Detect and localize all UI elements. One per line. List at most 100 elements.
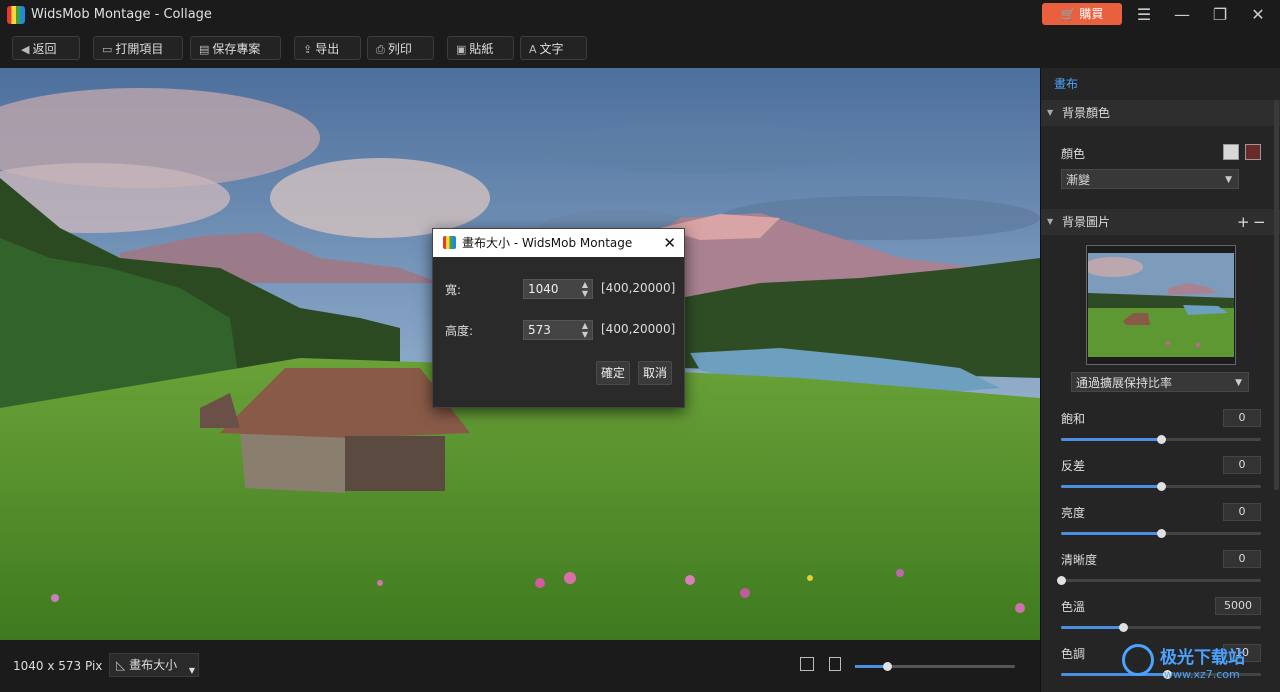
adjustment-slider[interactable]: [1061, 529, 1261, 538]
adjustment-slider[interactable]: [1061, 670, 1261, 679]
text-label: 文字: [539, 42, 564, 56]
fit-mode-dropdown[interactable]: 通過擴展保持比率 ▼: [1071, 372, 1249, 392]
adjustment-slider[interactable]: [1057, 576, 1261, 585]
color-swatch-1[interactable]: [1223, 144, 1239, 160]
print-button[interactable]: ⎙ 列印: [367, 36, 434, 60]
adjustment-label: 色調: [1061, 647, 1086, 661]
adjustment-value-input[interactable]: 0: [1223, 409, 1261, 427]
adjustment-value-input[interactable]: 10: [1223, 644, 1261, 662]
collapse-triangle-icon: ▼: [1047, 108, 1054, 117]
app-logo-icon: [7, 6, 25, 24]
menu-icon[interactable]: ☰: [1130, 3, 1158, 27]
dialog-header: 畫布大小 - WidsMob Montage ✕: [433, 229, 684, 257]
color-swatch-2[interactable]: [1245, 144, 1261, 160]
slider-fill: [1061, 626, 1123, 629]
fit-screen-icon[interactable]: [800, 657, 814, 671]
back-label: 返回: [32, 42, 57, 56]
folder-icon: ▭: [102, 43, 113, 56]
dialog-title: 畫布大小 - WidsMob Montage: [462, 236, 633, 250]
adjustment-value-input[interactable]: 0: [1223, 456, 1261, 474]
spin-arrows-icon[interactable]: ▲ ▼: [582, 280, 588, 298]
cart-icon: 🛒: [1060, 7, 1076, 21]
bg-color-section-label: 背景顏色: [1062, 106, 1111, 120]
slider-knob[interactable]: [1157, 482, 1166, 491]
export-button[interactable]: ⇪ 导出: [294, 36, 361, 60]
back-button[interactable]: ◀ 返回: [12, 36, 80, 60]
slider-fill: [1061, 438, 1161, 441]
slider-knob[interactable]: [1163, 670, 1172, 679]
ruler-icon: ◺: [116, 658, 126, 672]
dialog-close-icon[interactable]: ✕: [663, 229, 676, 257]
cancel-button[interactable]: 取消: [638, 361, 672, 385]
slider-knob[interactable]: [1157, 435, 1166, 444]
adjustment-label: 反差: [1061, 459, 1086, 473]
adjustment-slider[interactable]: [1061, 482, 1261, 491]
sticker-label: 貼紙: [469, 42, 494, 56]
width-input[interactable]: 1040 ▲ ▼: [523, 279, 593, 299]
slider-fill: [1061, 485, 1161, 488]
color-label: 顏色: [1061, 147, 1086, 161]
adjustment-value-input[interactable]: 5000: [1215, 597, 1261, 615]
print-label: 列印: [387, 42, 412, 56]
panel-title: 畫布: [1054, 77, 1079, 91]
adjustment-value-input[interactable]: 0: [1223, 503, 1261, 521]
open-project-label: 打開項目: [115, 42, 164, 56]
zoom-slider-knob[interactable]: [883, 662, 892, 671]
bg-image-thumbnail[interactable]: [1086, 245, 1236, 365]
back-arrow-icon: ◀: [21, 43, 30, 56]
open-project-button[interactable]: ▭ 打開項目: [93, 36, 183, 60]
bg-image-section-header[interactable]: ▼ 背景圖片 + −: [1041, 209, 1280, 235]
add-image-icon[interactable]: +: [1237, 209, 1250, 235]
fill-mode-dropdown[interactable]: 漸變 ▼: [1061, 169, 1239, 189]
remove-image-icon[interactable]: −: [1253, 209, 1266, 235]
width-label: 寬:: [445, 283, 462, 297]
sticker-button[interactable]: ▣ 貼紙: [447, 36, 514, 60]
slider-knob[interactable]: [1119, 623, 1128, 632]
save-project-button[interactable]: ▤ 保存專案: [190, 36, 281, 60]
chevron-down-icon: ▼: [1225, 175, 1232, 185]
export-label: 导出: [315, 42, 340, 56]
slider-fill: [1061, 673, 1167, 676]
close-icon[interactable]: ✕: [1244, 3, 1272, 27]
text-icon: A: [529, 43, 537, 56]
buy-button[interactable]: 🛒 購買: [1042, 3, 1122, 25]
text-button[interactable]: A 文字: [520, 36, 587, 60]
height-range: [400,20000]: [601, 322, 676, 336]
adjustment-label: 色溫: [1061, 600, 1086, 614]
width-value: 1040: [528, 282, 559, 296]
panel-scrollbar[interactable]: [1274, 100, 1279, 490]
adjustment-label: 清晰度: [1061, 553, 1098, 567]
properties-panel: 畫布 ▼ 背景顏色 顏色 漸變 ▼ ▼ 背景圖片 + − 通過擴展保持比率 ▼ …: [1040, 68, 1280, 692]
slider-knob[interactable]: [1157, 529, 1166, 538]
ok-button[interactable]: 確定: [596, 361, 630, 385]
adjustment-slider[interactable]: [1061, 623, 1261, 632]
spin-arrows-icon[interactable]: ▲ ▼: [582, 321, 588, 339]
zoom-slider[interactable]: [855, 662, 1015, 671]
height-label: 高度:: [445, 324, 474, 338]
adjustment-value-input[interactable]: 0: [1223, 550, 1261, 568]
height-value: 573: [528, 323, 551, 337]
slider-knob[interactable]: [1057, 576, 1066, 585]
slider-fill: [1061, 532, 1161, 535]
canvas-size-button[interactable]: ◺ 畫布大小 ▼: [109, 653, 199, 677]
chevron-down-icon: ▼: [188, 666, 195, 675]
thumbnail-photo: [1088, 253, 1234, 357]
width-range: [400,20000]: [601, 281, 676, 295]
save-project-label: 保存專案: [212, 42, 261, 56]
adjustment-label: 飽和: [1061, 412, 1086, 426]
buy-label: 購買: [1079, 7, 1104, 21]
minimize-icon[interactable]: —: [1168, 3, 1196, 27]
toolbar: ◀ 返回 ▭ 打開項目 ▤ 保存專案 ⇪ 导出 ⎙ 列印 ▣ 貼紙 A 文字: [0, 30, 1280, 69]
printer-icon: ⎙: [376, 43, 385, 56]
maximize-icon[interactable]: ❐: [1206, 3, 1234, 27]
fill-mode-value: 漸變: [1066, 173, 1091, 187]
adjustment-slider[interactable]: [1061, 435, 1261, 444]
canvas-size-label: 畫布大小: [129, 658, 178, 672]
collapse-triangle-icon: ▼: [1047, 217, 1054, 226]
actual-size-icon[interactable]: [829, 657, 841, 671]
bg-color-section-header[interactable]: ▼ 背景顏色: [1041, 100, 1280, 126]
export-icon: ⇪: [303, 43, 313, 56]
canvas-size-dialog: 畫布大小 - WidsMob Montage ✕ 寬: 1040 ▲ ▼ [400,…: [432, 228, 685, 408]
chevron-down-icon: ▼: [1235, 378, 1242, 388]
height-input[interactable]: 573 ▲ ▼: [523, 320, 593, 340]
